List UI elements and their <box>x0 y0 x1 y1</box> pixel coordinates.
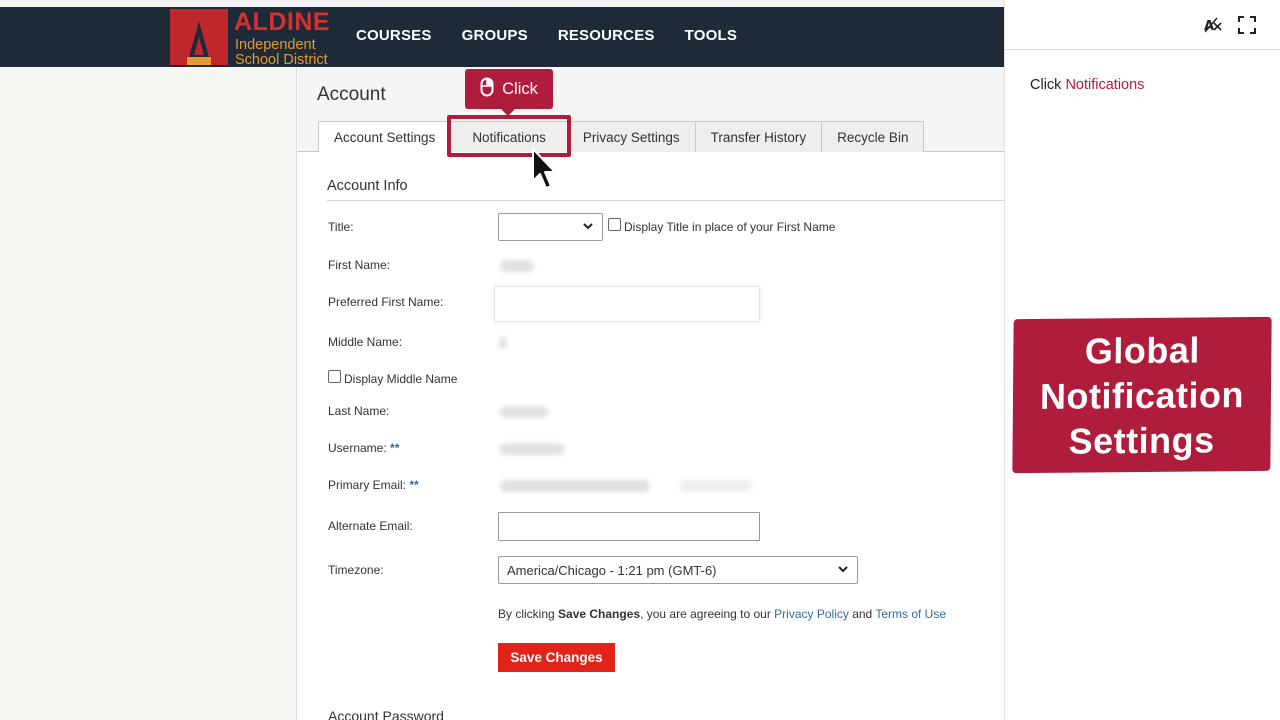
cursor-arrow-icon <box>531 147 559 196</box>
title-label: Title: <box>328 220 354 234</box>
display-middle-name-label: Display Middle Name <box>344 372 458 386</box>
chevron-down-icon <box>837 563 849 578</box>
last-name-label: Last Name: <box>328 404 390 418</box>
nav-tools[interactable]: TOOLS <box>685 27 737 44</box>
primary-email-label: Primary Email: ** <box>328 478 419 492</box>
nav-groups[interactable]: GROUPS <box>462 27 528 44</box>
top-nav-bar: ALDINE Independent School District COURS… <box>0 0 1004 68</box>
section-title-account-password: Account Password <box>328 708 444 720</box>
logo-name: ALDINE <box>234 8 331 36</box>
timezone-select[interactable]: America/Chicago - 1:21 pm (GMT-6) <box>498 556 858 584</box>
first-name-value-redacted <box>500 260 534 272</box>
left-sidebar <box>0 67 297 720</box>
aldine-logo[interactable]: ALDINE Independent School District <box>170 8 340 68</box>
fullscreen-icon[interactable] <box>1237 15 1257 35</box>
username-label: Username: ** <box>328 441 399 455</box>
middle-name-value-redacted <box>499 337 507 349</box>
terms-agreement-text: By clicking Save Changes, you are agreei… <box>498 607 946 621</box>
preferred-first-name-field[interactable] <box>494 286 760 322</box>
timezone-value: America/Chicago - 1:21 pm (GMT-6) <box>507 562 717 578</box>
last-name-value-redacted <box>500 406 548 418</box>
tutorial-side-panel: A Click Notifications Global Notificatio… <box>1004 0 1280 720</box>
preferred-first-name-label: Preferred First Name: <box>328 295 444 309</box>
timezone-label: Timezone: <box>328 563 384 577</box>
account-info-form: Account Info Title: Display Title in pla… <box>298 152 1004 720</box>
legal-text-and: and <box>848 607 876 621</box>
section-divider <box>327 200 1004 201</box>
display-middle-name-checkbox[interactable] <box>328 370 341 383</box>
page-title: Account <box>317 84 386 105</box>
first-name-label: First Name: <box>328 258 391 272</box>
logo-a-mark-icon <box>170 9 228 65</box>
alternate-email-field[interactable] <box>498 512 760 541</box>
primary-email-value-redacted <box>500 480 650 492</box>
global-notification-settings-banner: Global Notification Settings <box>1012 316 1272 474</box>
required-marker: ** <box>409 478 419 492</box>
title-select[interactable] <box>498 213 603 241</box>
primary-email-label-text: Primary Email: <box>328 478 407 492</box>
section-title-account-info: Account Info <box>327 178 408 194</box>
translate-off-icon[interactable]: A <box>1203 15 1223 35</box>
click-tooltip-label: Click <box>502 79 538 98</box>
logo-subtitle-line2: School District <box>235 52 328 68</box>
main-nav: COURSES GROUPS RESOURCES TOOLS <box>356 27 737 44</box>
primary-email-action-redacted <box>680 480 752 492</box>
middle-name-label: Middle Name: <box>328 335 403 349</box>
logo-subtitle-line1: Independent <box>235 37 316 53</box>
nav-courses[interactable]: COURSES <box>356 27 432 44</box>
username-label-text: Username: <box>328 441 387 455</box>
display-title-checkbox[interactable] <box>608 218 621 231</box>
instruction-prefix: Click <box>1030 77 1066 93</box>
legal-text-bold: Save Changes <box>558 607 641 621</box>
save-changes-button[interactable]: Save Changes <box>498 643 615 672</box>
side-panel-header: A <box>1005 0 1280 50</box>
chevron-down-icon <box>582 220 594 235</box>
display-title-checkbox-label: Display Title in place of your First Nam… <box>624 220 836 234</box>
alternate-email-label: Alternate Email: <box>328 519 413 533</box>
click-tooltip: Click <box>465 69 553 116</box>
step-instruction: Click Notifications <box>1030 77 1144 93</box>
legal-text-prefix: By clicking <box>498 607 559 621</box>
tab-transfer-history[interactable]: Transfer History <box>695 121 823 152</box>
legal-text-mid: , you are agreeing to our <box>640 607 775 621</box>
mouse-icon <box>480 77 494 102</box>
required-marker: ** <box>390 441 400 455</box>
nav-resources[interactable]: RESOURCES <box>558 27 655 44</box>
account-header: Account Account Settings Notifications P… <box>298 67 1004 153</box>
username-value-redacted <box>500 443 564 455</box>
privacy-policy-link[interactable]: Privacy Policy <box>774 607 849 621</box>
terms-of-use-link[interactable]: Terms of Use <box>875 607 946 621</box>
account-tabs: Account Settings Notifications Privacy S… <box>318 121 925 153</box>
tab-privacy-settings[interactable]: Privacy Settings <box>567 121 696 152</box>
tab-account-settings[interactable]: Account Settings <box>318 121 452 153</box>
tab-recycle-bin[interactable]: Recycle Bin <box>822 121 925 152</box>
instruction-target: Notifications <box>1065 77 1145 93</box>
